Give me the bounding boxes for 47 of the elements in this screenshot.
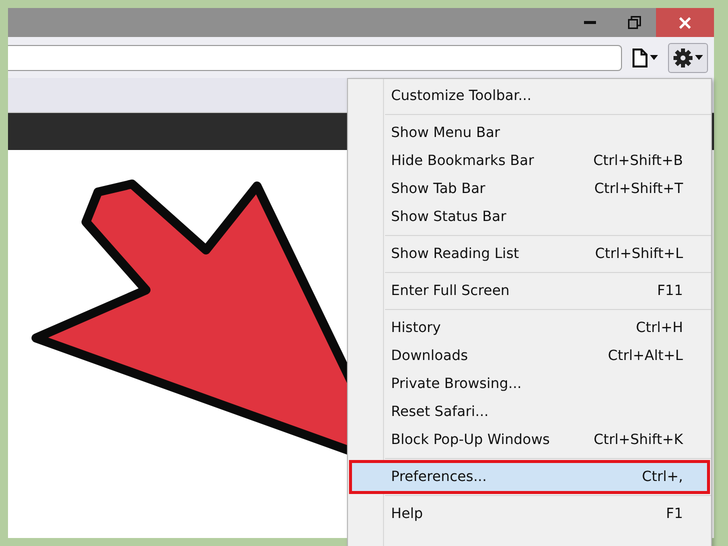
minimize-icon [584,20,596,24]
menu-item-label: Customize Toolbar... [391,88,532,104]
menu-item[interactable]: Reset Safari... [348,398,711,426]
menu-item[interactable]: History Ctrl+H [348,314,711,342]
shortcut-text: Ctrl+Shift+B [593,153,683,169]
menu-item[interactable]: Show Menu Bar [348,119,711,147]
page-icon [632,48,648,68]
menu-item-label: Hide Bookmarks Bar [391,153,534,169]
menu-item-label: Show Status Bar [391,209,506,225]
menu-item[interactable]: Show Reading List Ctrl+Shift+L [348,240,711,268]
menu-item-label: Reset Safari... [391,404,489,420]
address-field[interactable] [8,44,622,70]
shortcut-text: F1 [666,506,683,522]
menu-item-label: Help [391,506,423,522]
menu-item-label: Enter Full Screen [391,283,510,299]
menu-item[interactable]: Downloads Ctrl+Alt+L [348,342,711,370]
caret-icon [695,55,703,60]
menu-item-label: Private Browsing... [391,376,522,392]
menu-item-label: Show Menu Bar [391,125,500,141]
menu-item[interactable]: Hide Bookmarks Bar Ctrl+Shift+B [348,147,711,175]
settings-icon [673,48,693,68]
menu-item-label: Show Reading List [391,246,519,262]
shortcut-text: Ctrl+H [636,320,683,336]
menu-item[interactable]: Preferences... Ctrl+, [352,463,707,491]
restore-icon [628,16,640,29]
shortcut-text: Ctrl+Shift+L [595,246,683,262]
menu-item[interactable]: Block Pop-Up Windows Ctrl+Shift+K [348,426,711,454]
shortcut-text: F11 [657,283,683,299]
shortcut-text: Ctrl+Alt+L [608,348,683,364]
menu-item[interactable]: Private Browsing... [348,370,711,398]
close-icon [679,16,691,28]
close-button[interactable] [656,8,714,37]
shortcut-text: Ctrl+Shift+T [594,181,683,197]
menu-item-label: Block Pop-Up Windows [391,432,550,448]
shortcut-text: Ctrl+, [642,469,683,485]
settings-button[interactable] [668,42,708,72]
caret-icon [650,55,658,60]
menu-item-label: Preferences... [391,469,487,485]
menu-item[interactable]: Show Tab Bar Ctrl+Shift+T [348,175,711,203]
menu-item-label: History [391,320,441,336]
menu-item-label: Show Tab Bar [391,181,486,197]
menu-item[interactable]: Show Status Bar [348,203,711,231]
shortcut-text: Ctrl+Shift+K [594,432,683,448]
menu-item[interactable]: Help F1 [348,500,711,528]
menu-item[interactable]: Customize Toolbar... [348,82,711,110]
menu-item[interactable]: Enter Full Screen F11 [348,277,711,305]
menu-item-label: Downloads [391,348,468,364]
